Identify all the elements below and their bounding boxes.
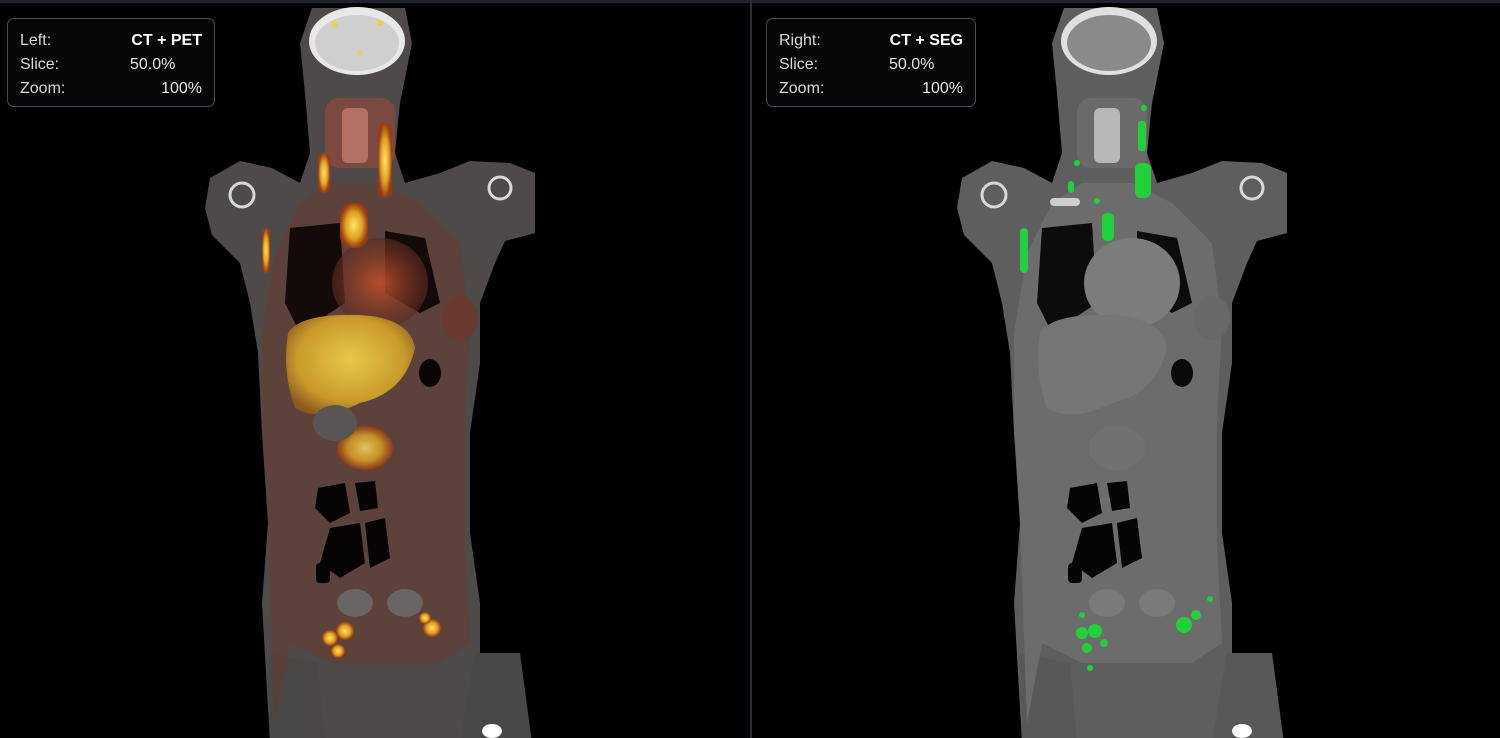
panel-mode-value: CT + PET: [131, 32, 202, 49]
ct-segmentation-image: [957, 7, 1287, 738]
slice-label: Slice:: [779, 56, 819, 73]
zoom-label: Zoom:: [779, 80, 825, 97]
panel-mode-value: CT + SEG: [889, 32, 963, 49]
zoom-value: 100%: [922, 80, 963, 97]
panel-side-label: Left:: [20, 32, 52, 49]
overlay-row-panel: Right: CT + SEG: [779, 31, 963, 51]
zoom-label: Zoom:: [20, 80, 66, 97]
panel-side-label: Right:: [779, 32, 821, 49]
overlay-row-slice: Slice: 50.0%: [20, 55, 202, 75]
overlay-row-panel: Left: CT + PET: [20, 31, 202, 51]
left-viewport[interactable]: Left: CT + PET Slice: 50.0% Zoom: 100%: [0, 3, 750, 738]
overlay-row-zoom: Zoom: 100%: [779, 79, 963, 99]
overlay-row-slice: Slice: 50.0%: [779, 55, 963, 75]
slice-label: Slice:: [20, 56, 60, 73]
right-viewport[interactable]: Right: CT + SEG Slice: 50.0% Zoom: 100%: [752, 3, 1500, 738]
right-viewport-info-overlay: Right: CT + SEG Slice: 50.0% Zoom: 100%: [766, 18, 976, 107]
zoom-value: 100%: [161, 80, 202, 97]
left-viewport-info-overlay: Left: CT + PET Slice: 50.0% Zoom: 100%: [7, 18, 215, 107]
slice-value: 50.0%: [130, 56, 176, 73]
ct-pet-fusion-image: [205, 7, 535, 738]
overlay-row-zoom: Zoom: 100%: [20, 79, 202, 99]
slice-value: 50.0%: [889, 56, 935, 73]
